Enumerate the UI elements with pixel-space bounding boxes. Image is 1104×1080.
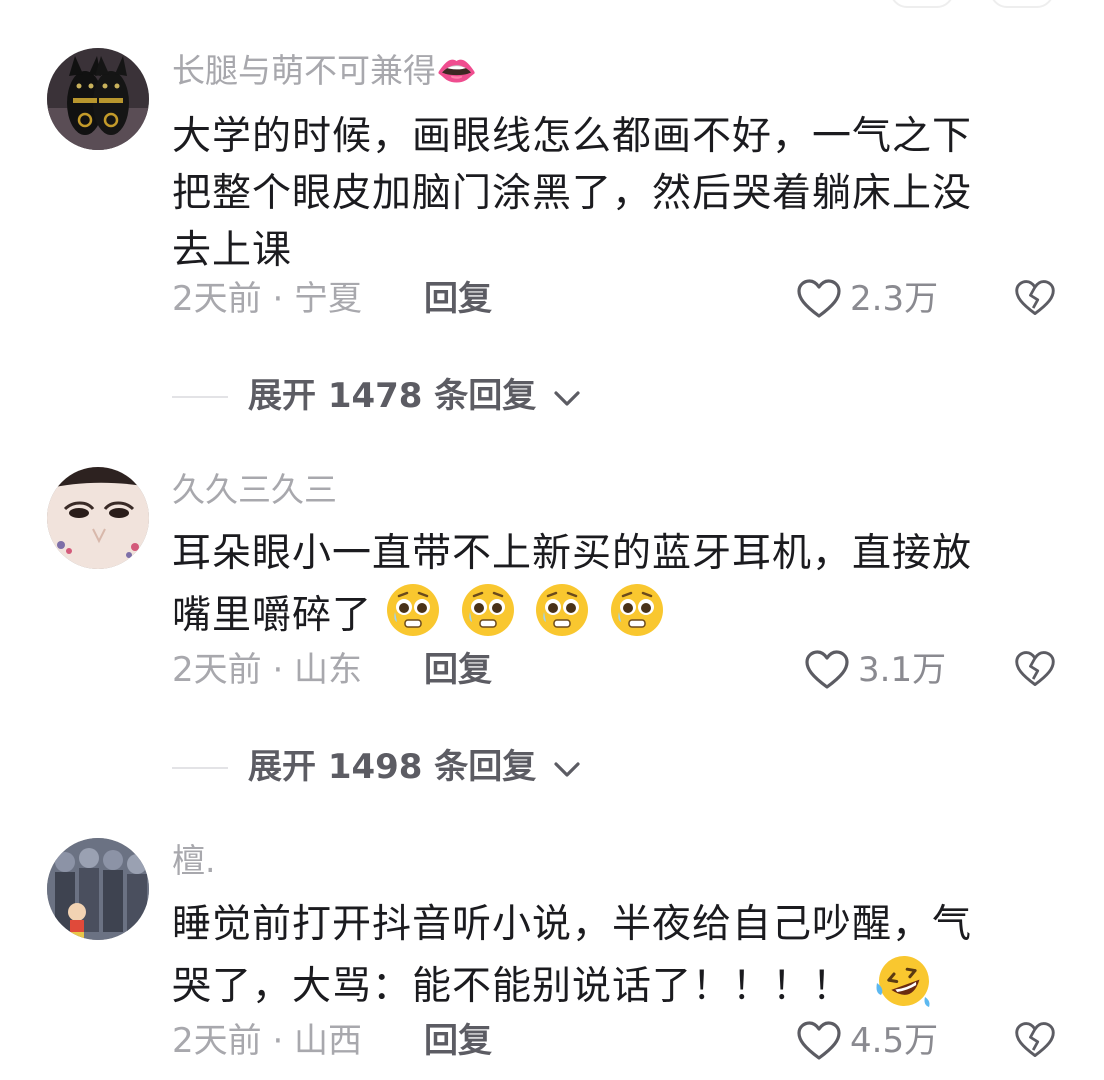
comment-meta-row: 2天前 · 宁夏 回复 2.3万 [172,275,1055,323]
username[interactable]: 檀. [172,840,216,882]
comment-meta-row: 2天前 · 山东 回复 3.1万 [172,646,1055,694]
comment-meta-row: 2天前 · 山西 回复 4.5万 [172,1017,1055,1065]
comment-line: 把整个眼皮加脑门涂黑了，然后哭着躺床上没 [172,171,973,216]
comment-line: 哭了，大骂：能不能别说话了！！！！ [172,964,853,1009]
heart-icon [797,279,841,318]
divider-line [172,396,228,398]
heart-icon [797,1021,841,1060]
expand-replies-button[interactable]: 展开 1478 条回复 [172,372,772,420]
avatar[interactable] [47,467,149,569]
comment-line: 去上课 [172,228,293,273]
top-control-hint [990,0,1054,8]
comment-line-with-emoji: 哭了，大骂：能不能别说话了！！！！ [172,953,1042,1015]
pleading-face-icon [461,584,514,636]
avatar[interactable] [47,838,149,940]
like-count: 3.1万 [858,650,947,690]
comment-line-with-emoji: 嘴里嚼碎了 [172,582,1042,644]
pleading-face-icon [387,584,440,636]
reply-button[interactable]: 回复 [424,1017,492,1065]
comment-line: 大学的时候，画眼线怎么都画不好，一气之下 [172,114,973,159]
comment-line: 耳朵眼小一直带不上新买的蓝牙耳机，直接放 [172,531,973,576]
comment-text: 睡觉前打开抖音听小说，半夜给自己吵醒，气 哭了，大骂：能不能别说话了！！！！ [172,896,1042,1015]
like-count: 2.3万 [850,279,939,319]
comment-text: 耳朵眼小一直带不上新买的蓝牙耳机，直接放 嘴里嚼碎了 [172,525,1042,644]
expand-replies-label: 展开 1498 条回复 [248,743,582,791]
cartoon-crowd-avatar-icon [47,838,149,940]
broken-heart-icon [1015,1022,1055,1057]
like-button[interactable]: 2.3万 [796,275,938,323]
username[interactable]: 久久三久三 [172,469,337,511]
timestamp-location: 2天前 · 宁夏 [172,279,363,319]
black-cat-avatar-icon [47,48,149,150]
broken-heart-icon [1015,280,1055,315]
chevron-down-icon [554,390,580,406]
heart-icon [805,650,849,689]
face-closeup-avatar-icon [47,467,149,569]
reply-button[interactable]: 回复 [424,646,492,694]
expand-label-text: 展开 1498 条回复 [248,747,537,787]
like-button[interactable]: 3.1万 [804,646,946,694]
top-control-hint [890,0,954,8]
comment-line: 睡觉前打开抖音听小说，半夜给自己吵醒，气 [172,902,973,947]
pleading-face-icon [610,584,663,636]
pleading-face-icon [536,584,589,636]
comment-line: 嘴里嚼碎了 [172,593,373,638]
expand-label-text: 展开 1478 条回复 [248,376,537,416]
username[interactable]: 长腿与萌不可兼得👄 [172,50,477,92]
like-button[interactable]: 4.5万 [796,1017,938,1065]
dislike-button[interactable] [1014,1019,1056,1065]
divider-line [172,767,228,769]
rolling-laughing-face-icon [876,956,930,1007]
comment-text: 大学的时候，画眼线怎么都画不好，一气之下 把整个眼皮加脑门涂黑了，然后哭着躺床上… [172,108,1042,279]
broken-heart-icon [1015,651,1055,686]
expand-replies-button[interactable]: 展开 1498 条回复 [172,743,772,791]
timestamp-location: 2天前 · 山西 [172,1021,363,1061]
dislike-button[interactable] [1014,277,1056,323]
reply-button[interactable]: 回复 [424,275,492,323]
chevron-down-icon [554,761,580,777]
dislike-button[interactable] [1014,648,1056,694]
avatar[interactable] [47,48,149,150]
expand-replies-label: 展开 1478 条回复 [248,372,582,420]
like-count: 4.5万 [850,1021,939,1061]
timestamp-location: 2天前 · 山东 [172,650,363,690]
